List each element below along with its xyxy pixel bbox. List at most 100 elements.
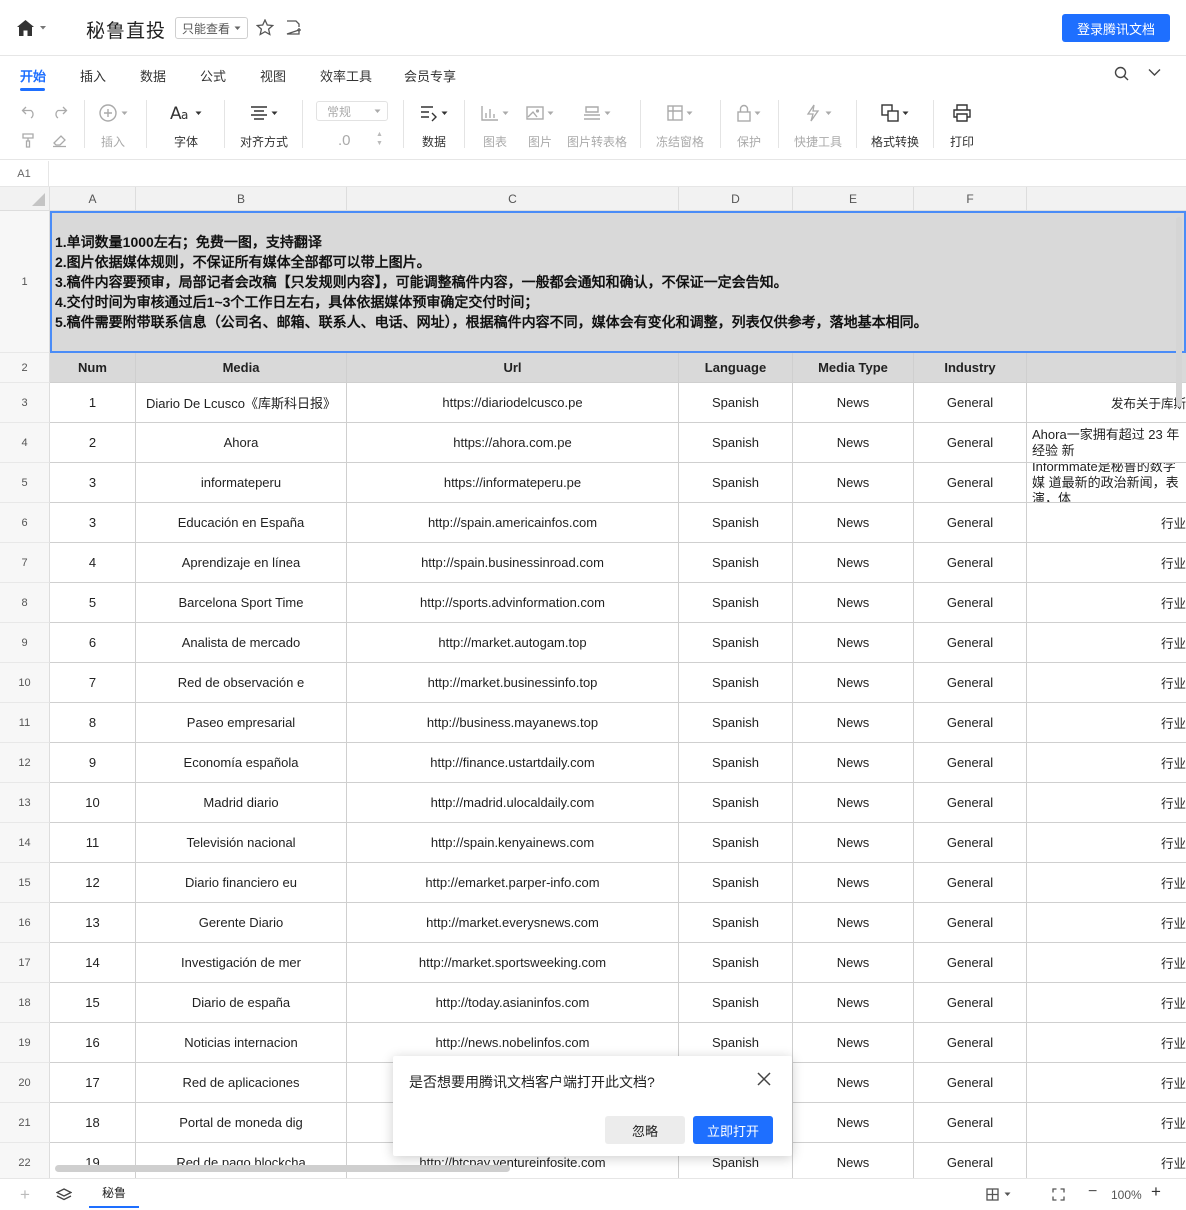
format-painter-icon[interactable]	[21, 132, 37, 148]
table-cell-media[interactable]: Paseo empresarial	[136, 703, 347, 743]
table-cell-type[interactable]: News	[793, 663, 914, 703]
row-header[interactable]: 17	[0, 943, 50, 983]
table-cell-desc[interactable]: 行业	[1027, 663, 1186, 703]
align-tool[interactable]: 对齐方式	[240, 102, 288, 150]
header-cell[interactable]	[1027, 353, 1186, 383]
table-cell-type[interactable]: News	[793, 503, 914, 543]
table-cell-url[interactable]: http://madrid.ulocaldaily.com	[347, 783, 679, 823]
table-cell-url[interactable]: http://sports.advinformation.com	[347, 583, 679, 623]
table-cell-lang[interactable]: Spanish	[679, 663, 793, 703]
close-icon[interactable]	[757, 1072, 771, 1086]
table-cell-num[interactable]: 17	[50, 1063, 136, 1103]
row-header[interactable]: 6	[0, 503, 50, 543]
table-cell-num[interactable]: 6	[50, 623, 136, 663]
table-cell-desc[interactable]: 行业	[1027, 943, 1186, 983]
row-header[interactable]: 22	[0, 1143, 50, 1178]
login-button[interactable]: 登录腾讯文档	[1062, 14, 1170, 42]
font-tool[interactable]: Aa 字体	[170, 102, 202, 150]
header-cell[interactable]: Industry	[914, 353, 1027, 383]
table-cell-industry[interactable]: General	[914, 943, 1027, 983]
row-header[interactable]: 4	[0, 423, 50, 463]
table-cell-num[interactable]: 19	[50, 1143, 136, 1178]
column-header[interactable]: C	[347, 187, 679, 211]
ignore-button[interactable]: 忽略	[605, 1116, 685, 1144]
table-cell-lang[interactable]: Spanish	[679, 503, 793, 543]
table-cell-industry[interactable]: General	[914, 823, 1027, 863]
table-cell-industry[interactable]: General	[914, 1023, 1027, 1063]
table-cell-url[interactable]: https://diariodelcusco.pe	[347, 383, 679, 423]
open-now-button[interactable]: 立即打开	[693, 1116, 773, 1144]
table-cell-url[interactable]: http://market.businessinfo.top	[347, 663, 679, 703]
table-cell-type[interactable]: News	[793, 1023, 914, 1063]
table-cell-num[interactable]: 4	[50, 543, 136, 583]
row-header[interactable]: 13	[0, 783, 50, 823]
table-cell-num[interactable]: 10	[50, 783, 136, 823]
table-cell-industry[interactable]: General	[914, 1063, 1027, 1103]
zoom-in-button[interactable]: +	[1151, 1182, 1161, 1202]
row-header[interactable]: 16	[0, 903, 50, 943]
table-cell-desc[interactable]: Ahora一家拥有超过 23 年经验 新	[1027, 423, 1186, 463]
table-cell-media[interactable]: Investigación de mer	[136, 943, 347, 983]
table-cell-lang[interactable]: Spanish	[679, 863, 793, 903]
table-cell-media[interactable]: Gerente Diario	[136, 903, 347, 943]
table-cell-desc[interactable]: 行业	[1027, 903, 1186, 943]
table-cell-media[interactable]: Noticias internacion	[136, 1023, 347, 1063]
table-cell-media[interactable]: Red de aplicaciones	[136, 1063, 347, 1103]
table-cell-num[interactable]: 8	[50, 703, 136, 743]
star-icon[interactable]	[256, 19, 274, 36]
vertical-scrollbar[interactable]	[1176, 217, 1182, 407]
table-cell-num[interactable]: 11	[50, 823, 136, 863]
tab-member[interactable]: 会员专享	[404, 66, 456, 85]
horizontal-scrollbar[interactable]	[55, 1165, 510, 1172]
table-cell-industry[interactable]: General	[914, 583, 1027, 623]
table-cell-industry[interactable]: General	[914, 1103, 1027, 1143]
table-cell-type[interactable]: News	[793, 423, 914, 463]
table-cell-industry[interactable]: General	[914, 903, 1027, 943]
table-cell-type[interactable]: News	[793, 1063, 914, 1103]
table-cell-url[interactable]: http://business.mayanews.top	[347, 703, 679, 743]
table-cell-lang[interactable]: Spanish	[679, 903, 793, 943]
print-tool[interactable]: 打印	[950, 102, 974, 150]
table-cell-type[interactable]: News	[793, 1143, 914, 1178]
table-cell-industry[interactable]: General	[914, 663, 1027, 703]
table-cell-media[interactable]: Portal de moneda dig	[136, 1103, 347, 1143]
table-cell-industry[interactable]: General	[914, 423, 1027, 463]
row-header[interactable]: 18	[0, 983, 50, 1023]
row-header[interactable]: 8	[0, 583, 50, 623]
search-icon[interactable]	[1114, 66, 1129, 81]
table-cell-desc[interactable]: 行业	[1027, 503, 1186, 543]
table-cell-desc[interactable]: Informmate是秘鲁的数字媒 道最新的政治新闻，表演，体	[1027, 463, 1186, 503]
table-cell-lang[interactable]: Spanish	[679, 543, 793, 583]
table-cell-desc[interactable]: 行业	[1027, 1103, 1186, 1143]
table-cell-type[interactable]: News	[793, 1103, 914, 1143]
chart-tool[interactable]: 图表	[481, 102, 509, 150]
sheet-tab[interactable]: 秘鲁	[89, 1179, 139, 1208]
table-cell-url[interactable]: http://market.sportsweeking.com	[347, 943, 679, 983]
table-cell-url[interactable]: http://market.everysnews.com	[347, 903, 679, 943]
view-mode-button[interactable]	[986, 1188, 1011, 1201]
add-shortcut-icon[interactable]	[284, 19, 302, 36]
column-header[interactable]	[1027, 187, 1186, 211]
table-cell-num[interactable]: 13	[50, 903, 136, 943]
protect-tool[interactable]: 保护	[737, 102, 761, 150]
row-header[interactable]: 11	[0, 703, 50, 743]
table-cell-lang[interactable]: Spanish	[679, 383, 793, 423]
table-cell-industry[interactable]: General	[914, 743, 1027, 783]
table-cell-media[interactable]: Red de pago blockcha	[136, 1143, 347, 1178]
eraser-icon[interactable]	[52, 132, 68, 148]
fullscreen-icon[interactable]	[1052, 1188, 1065, 1201]
table-cell-url[interactable]: https://informateperu.pe	[347, 463, 679, 503]
table-cell-url[interactable]: http://today.asianinfos.com	[347, 983, 679, 1023]
table-cell-desc[interactable]: 行业	[1027, 863, 1186, 903]
table-cell-url[interactable]: http://spain.kenyainews.com	[347, 823, 679, 863]
row-header[interactable]: 10	[0, 663, 50, 703]
table-cell-industry[interactable]: General	[914, 543, 1027, 583]
table-cell-desc[interactable]: 行业	[1027, 983, 1186, 1023]
sheet-grid[interactable]: A B C D E F 1 1.单词数量1000左右；免费一图，支持翻译 2.图…	[0, 187, 1186, 1178]
quick-tools[interactable]: 快捷工具	[794, 102, 842, 150]
tab-formula[interactable]: 公式	[200, 66, 226, 85]
header-cell[interactable]: Media	[136, 353, 347, 383]
table-cell-industry[interactable]: General	[914, 623, 1027, 663]
table-cell-num[interactable]: 9	[50, 743, 136, 783]
table-cell-url[interactable]: https://ahora.com.pe	[347, 423, 679, 463]
